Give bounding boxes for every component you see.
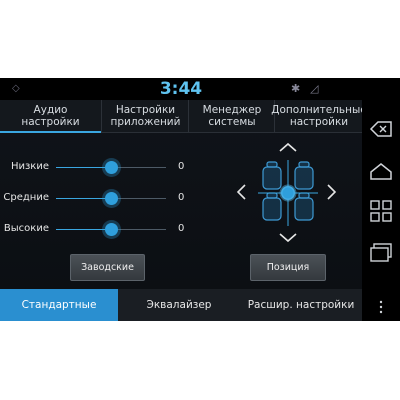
- arrow-up-icon[interactable]: [279, 142, 297, 152]
- signal-icon: ◿: [310, 82, 319, 95]
- position-button[interactable]: Позиция: [250, 254, 326, 281]
- tab-label: Аудио настройки: [21, 104, 80, 128]
- recent-apps-icon[interactable]: [369, 242, 393, 262]
- tab-label: Менеджер системы: [202, 104, 262, 128]
- slider-handle[interactable]: [104, 161, 118, 174]
- balance-point-handle[interactable]: [279, 184, 297, 202]
- tab-standard[interactable]: Стандартные: [0, 289, 118, 321]
- slider-fill: [56, 198, 111, 199]
- apps-grid-icon[interactable]: [369, 200, 393, 222]
- bottom-tabs: Стандартные Эквалайзер Расшир. настройки: [0, 289, 362, 321]
- main-area: ◇ 3:44 ✱ ◿ Аудио настройки Настройки при…: [0, 78, 367, 321]
- sound-position-panel: [236, 142, 337, 243]
- tab-audio-settings[interactable]: Аудио настройки: [0, 100, 101, 133]
- status-bar: ◇ 3:44 ✱ ◿: [0, 78, 362, 100]
- slider-label: Средние: [3, 192, 49, 203]
- tab-system-manager[interactable]: Менеджер системы: [188, 100, 275, 132]
- tab-app-settings[interactable]: Настройки приложений: [101, 100, 189, 132]
- tab-equalizer[interactable]: Эквалайзер: [118, 289, 240, 321]
- slider-handle[interactable]: [104, 192, 118, 205]
- factory-button[interactable]: Заводские: [70, 254, 145, 281]
- tab-label: Дополнительные настройки: [271, 104, 367, 128]
- slider-label: Низкие: [10, 161, 49, 172]
- back-icon[interactable]: [369, 120, 393, 138]
- bluetooth-icon: ✱: [291, 82, 301, 95]
- slider-handle[interactable]: [104, 223, 118, 236]
- tab-advanced-settings[interactable]: Расшир. настройки: [240, 289, 362, 321]
- slider-value: 0: [178, 161, 185, 172]
- settings-tabs: Аудио настройки Настройки приложений Мен…: [0, 100, 367, 133]
- arrow-down-icon[interactable]: [279, 233, 297, 243]
- menu-dots-icon[interactable]: [369, 300, 393, 314]
- head-unit-screen: ◇ 3:44 ✱ ◿ Аудио настройки Настройки при…: [0, 78, 400, 321]
- slider-fill: [56, 167, 111, 168]
- slider-track[interactable]: [56, 223, 166, 236]
- home-icon[interactable]: [369, 162, 393, 180]
- arrow-left-icon[interactable]: [236, 184, 246, 200]
- slider-track[interactable]: [56, 192, 166, 205]
- navigation-bar: [362, 78, 400, 321]
- tab-additional-settings[interactable]: Дополнительные настройки: [271, 100, 367, 132]
- active-tab-indicator: [0, 131, 101, 133]
- slider-value: 0: [178, 192, 185, 203]
- slider-fill: [56, 229, 111, 230]
- tab-label: Настройки приложений: [110, 104, 181, 128]
- arrow-right-icon[interactable]: [327, 184, 337, 200]
- slider-value: 0: [178, 223, 185, 234]
- slider-track[interactable]: [56, 161, 166, 174]
- clock: 3:44: [159, 79, 203, 99]
- slider-label: Высокие: [3, 223, 49, 234]
